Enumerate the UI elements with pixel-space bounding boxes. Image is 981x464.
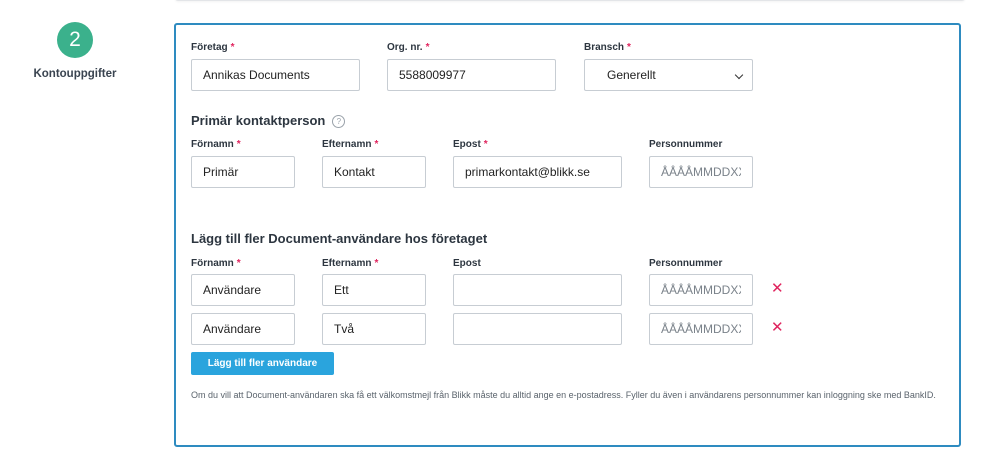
user-2-last-name-input[interactable] [322,313,426,345]
user-2-first-name-input[interactable] [191,313,295,345]
primary-email-label: Epost * [453,139,488,150]
account-details-panel: Företag* Org. nr.* Bransch* Generellt Pr… [174,23,961,447]
industry-select[interactable]: Generellt [584,59,753,91]
info-text: Om du vill att Document-användaren ska f… [191,390,936,400]
user-2-email-input[interactable] [453,313,622,345]
chevron-down-icon [734,70,744,80]
required-marker: * [627,42,631,53]
step-number-badge: 2 [57,22,93,58]
help-icon[interactable]: ? [332,115,346,128]
users-first-name-label: Förnamn * [191,258,241,269]
primary-first-name-input[interactable] [191,156,295,188]
primary-personnummer-input[interactable] [649,156,753,188]
industry-label: Bransch * [584,42,631,53]
primary-first-name-label: Förnamn * [191,139,241,150]
org-number-label: Org. nr. * [387,42,430,53]
primary-email-input[interactable] [453,156,622,188]
primary-last-name-input[interactable] [322,156,426,188]
user-1-personnummer-input[interactable] [649,274,753,306]
required-marker: * [483,139,488,150]
step-label: Kontouppgifter [33,68,117,80]
user-1-email-input[interactable] [453,274,622,306]
company-input[interactable] [191,59,360,91]
primary-contact-heading: Primär kontaktperson? [191,113,346,128]
required-marker: * [236,139,241,150]
users-last-name-label: Efternamn * [322,258,379,269]
remove-user-2-icon[interactable]: ✕ [771,320,784,335]
primary-personnummer-label: Personnummer [649,139,723,150]
required-marker: * [236,258,241,269]
primary-last-name-label: Efternamn * [322,139,379,150]
org-number-input[interactable] [387,59,556,91]
user-2-personnummer-input[interactable] [649,313,753,345]
add-more-users-button[interactable]: Lägg till fler användare [191,352,334,375]
user-1-first-name-input[interactable] [191,274,295,306]
remove-user-1-icon[interactable]: ✕ [771,281,784,296]
additional-users-heading: Lägg till fler Document-användare hos fö… [191,231,488,246]
required-marker: * [425,42,430,53]
required-marker: * [374,258,379,269]
previous-section-card [175,0,965,1]
required-marker: * [374,139,379,150]
user-1-last-name-input[interactable] [322,274,426,306]
required-marker: * [230,42,235,53]
industry-select-value: Generellt [607,68,656,82]
users-email-label: Epost [453,258,481,269]
company-label: Företag * [191,42,235,53]
users-personnummer-label: Personnummer [649,258,723,269]
